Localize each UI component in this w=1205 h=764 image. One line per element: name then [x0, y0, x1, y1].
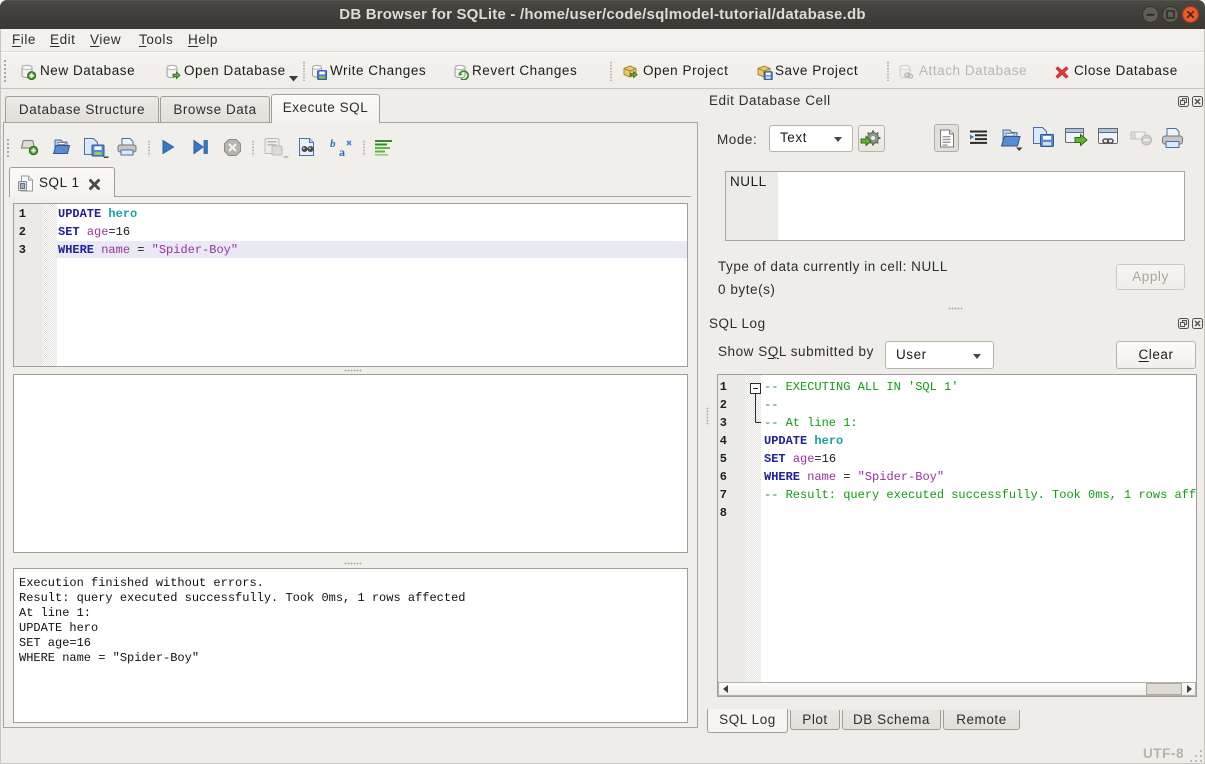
svg-text:b: b [330, 138, 336, 150]
svg-text:a: a [339, 145, 346, 158]
